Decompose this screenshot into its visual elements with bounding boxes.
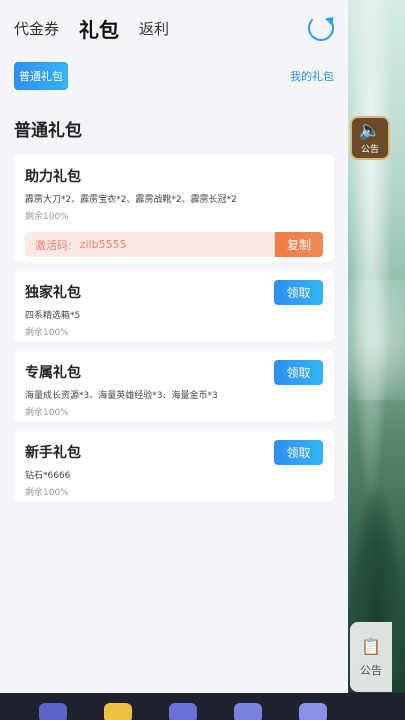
gift-card: 独家礼包 四系精选箱*5 剩余100% 领取	[14, 270, 334, 342]
scenery-mist	[348, 280, 405, 400]
gift-card: 专属礼包 海量成长资源*3、海量英雄经验*3、海量金币*3 剩余100% 领取	[14, 350, 334, 422]
nav-game-icon[interactable]	[168, 703, 197, 720]
activation-code-row: 激活码: zilb5555 复制	[25, 232, 323, 257]
nav-home-icon[interactable]	[38, 703, 67, 720]
claim-button[interactable]: 领取	[274, 280, 323, 305]
nav-apps-icon[interactable]	[298, 703, 327, 720]
gift-remain: 剩余100%	[25, 488, 69, 498]
nav-controller-icon[interactable]	[233, 703, 262, 720]
speaker-label: 公告	[360, 144, 379, 155]
section-title: 普通礼包	[14, 121, 82, 141]
gift-filter-row: 普通礼包 我的礼包	[0, 56, 348, 96]
gift-remain: 剩余100%	[25, 328, 69, 338]
copy-button[interactable]: 复制	[275, 232, 323, 257]
side-notice-label: 公告	[360, 663, 382, 677]
claim-button[interactable]: 领取	[274, 360, 323, 385]
tab-vouchers[interactable]: 代金券	[14, 18, 59, 39]
gift-remain: 剩余100%	[25, 408, 69, 418]
gift-desc: 钻石*6666	[25, 471, 71, 481]
refresh-icon[interactable]	[308, 15, 334, 41]
tab-gifts[interactable]: 礼包	[79, 14, 119, 43]
gift-remain: 剩余100%	[25, 212, 69, 222]
activation-code: 激活码: zilb5555	[25, 232, 275, 257]
gift-card: 助力礼包 霹雳大刀*2、霹雳宝衣*2、霹雳战靴*2、霹雳长冠*2 剩余100% …	[14, 154, 334, 262]
speaker-icon: 🔈	[358, 119, 382, 141]
activation-code-label: 激活码:	[35, 238, 72, 252]
claim-button[interactable]: 领取	[274, 440, 323, 465]
game-background	[348, 0, 405, 720]
side-notice-button[interactable]: 📋 公告	[350, 622, 392, 692]
gift-desc: 霹雳大刀*2、霹雳宝衣*2、霹雳战靴*2、霹雳长冠*2	[25, 195, 237, 205]
top-tabs: 代金券 礼包 返利	[0, 0, 348, 56]
gift-title: 助力礼包	[25, 169, 81, 185]
bottom-nav	[0, 693, 405, 720]
my-gifts-link[interactable]: 我的礼包	[290, 68, 334, 84]
gift-card: 新手礼包 钻石*6666 剩余100% 领取	[14, 430, 334, 502]
activation-code-value: zilb5555	[79, 238, 127, 251]
gift-panel: 代金券 礼包 返利 普通礼包 我的礼包 普通礼包 助力礼包 霹雳大刀*2、霹雳宝…	[0, 0, 348, 693]
announcement-speaker-button[interactable]: 🔈 公告	[350, 116, 390, 160]
clipboard-icon: 📋	[361, 636, 381, 656]
normal-gift-chip[interactable]: 普通礼包	[14, 62, 68, 90]
gift-desc: 四系精选箱*5	[25, 311, 81, 321]
nav-gift-icon[interactable]	[103, 703, 132, 720]
gift-desc: 海量成长资源*3、海量英雄经验*3、海量金币*3	[25, 391, 218, 401]
tab-rebate[interactable]: 返利	[139, 18, 169, 39]
